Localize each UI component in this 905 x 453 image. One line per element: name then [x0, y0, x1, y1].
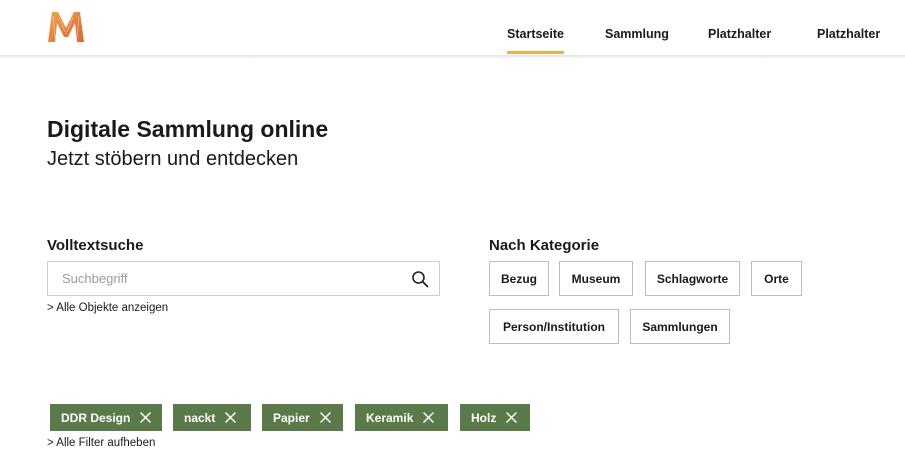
- search-input[interactable]: [62, 271, 392, 286]
- close-icon[interactable]: [140, 412, 152, 423]
- category-button-person-institution[interactable]: Person/Institution: [489, 309, 619, 344]
- category-label: Nach Kategorie: [489, 237, 600, 254]
- filter-chip-nackt[interactable]: nackt: [173, 404, 251, 431]
- category-button-bezug[interactable]: Bezug: [489, 261, 549, 296]
- close-icon[interactable]: [423, 412, 435, 423]
- page-subtitle: Jetzt stöbern und entdecken: [47, 148, 299, 170]
- filter-chip-label: nackt: [184, 410, 216, 425]
- filter-chip-papier[interactable]: Papier: [262, 404, 343, 431]
- nav-item-platzhalter-1[interactable]: Platzhalter: [708, 27, 771, 41]
- page-title: Digitale Sammlung online: [47, 116, 329, 142]
- category-button-schlagworte[interactable]: Schlagworte: [645, 261, 740, 296]
- filter-chip-holz[interactable]: Holz: [460, 404, 530, 431]
- site-header: Startseite Sammlung Platzhalter Platzhal…: [0, 0, 905, 56]
- filter-chip-label: Holz: [471, 410, 497, 425]
- search-box: [47, 261, 440, 296]
- close-icon[interactable]: [319, 412, 331, 423]
- nav-item-startseite[interactable]: Startseite: [507, 27, 564, 54]
- show-all-objects-link[interactable]: > Alle Objekte anzeigen: [47, 302, 168, 314]
- category-button-sammlungen[interactable]: Sammlungen: [630, 309, 730, 344]
- category-button-orte[interactable]: Orte: [751, 261, 802, 296]
- header-shadow: [0, 55, 905, 59]
- close-icon[interactable]: [225, 412, 237, 423]
- search-icon[interactable]: [411, 270, 429, 288]
- filter-chip-label: DDR Design: [61, 410, 131, 425]
- filter-chip-keramik[interactable]: Keramik: [355, 404, 448, 431]
- nav-item-sammlung[interactable]: Sammlung: [605, 27, 669, 41]
- close-icon[interactable]: [506, 412, 518, 423]
- logo[interactable]: [46, 8, 86, 44]
- nav-item-platzhalter-2[interactable]: Platzhalter: [817, 27, 880, 41]
- clear-filters-link[interactable]: > Alle Filter aufheben: [47, 437, 155, 449]
- fulltext-label: Volltextsuche: [47, 237, 144, 254]
- category-button-museum[interactable]: Museum: [559, 261, 633, 296]
- filter-chip-ddr-design[interactable]: DDR Design: [50, 404, 162, 431]
- filter-chip-label: Keramik: [366, 410, 414, 425]
- filter-chip-label: Papier: [273, 410, 310, 425]
